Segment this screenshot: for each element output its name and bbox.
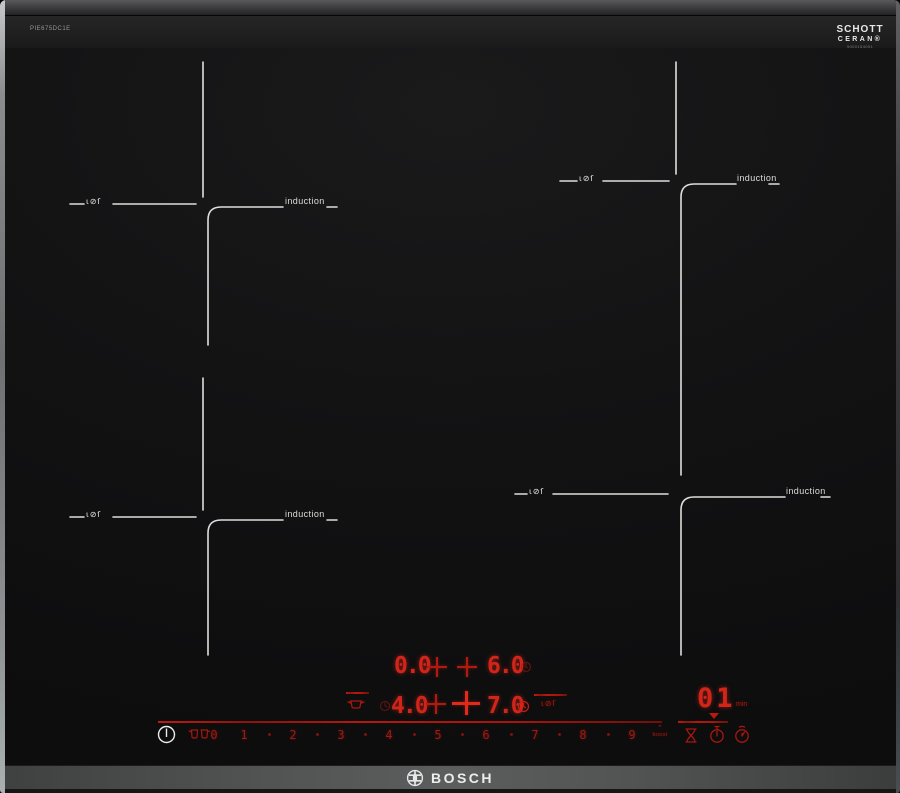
timer-unit: min <box>736 701 748 708</box>
slider-tick <box>268 733 271 736</box>
pan-size-icon: ι⊘ſ <box>579 174 595 183</box>
slider-tick <box>316 733 319 736</box>
zone-select-cross-front-left[interactable] <box>426 694 446 714</box>
slider-tick <box>558 733 561 736</box>
induction-label-back-right: induction <box>737 173 777 183</box>
bosch-logo: BOSCH <box>0 766 900 789</box>
schott-logo-line1: SCHOTT <box>836 24 884 35</box>
timer-indicator-icon <box>379 700 391 712</box>
pan-size-icon: ι⊘ſ <box>529 487 545 496</box>
zone-select-cross-back-right[interactable] <box>457 657 477 677</box>
left-edge-trim <box>0 0 5 793</box>
power-display-back-left: 0.0 <box>394 653 432 679</box>
right-edge-trim <box>896 0 900 793</box>
slider-level-0[interactable]: 0 <box>207 728 221 742</box>
slider-tick <box>607 733 610 736</box>
slider-tick <box>510 733 513 736</box>
flex-zone-line <box>346 692 369 694</box>
timer-marker <box>709 713 719 719</box>
schott-ceran-logo: SCHOTT CERAN® 9000154091 <box>828 25 892 49</box>
induction-label-back-left: induction <box>285 196 325 206</box>
zone-select-cross-back-left[interactable] <box>427 657 447 677</box>
power-slider-line[interactable] <box>158 721 662 723</box>
pan-size-icon: ι⊘ſ <box>86 197 102 206</box>
bosch-logo-text: BOSCH <box>430 769 495 786</box>
induction-label-front-left: induction <box>285 509 325 519</box>
kitchen-timer-button[interactable] <box>733 725 751 744</box>
boost-button[interactable]: ⌃ boost <box>646 725 674 738</box>
slider-level-3[interactable]: 3 <box>334 728 348 742</box>
schott-logo-line2: CERAN® <box>837 36 883 43</box>
slider-level-5[interactable]: 5 <box>431 728 445 742</box>
power-display-front-left: 4.0 <box>391 693 429 719</box>
cooktop-surface: PIE675DC1E SCHOTT CERAN® 9000154091 indu… <box>0 0 900 793</box>
slider-level-4[interactable]: 4 <box>382 728 396 742</box>
slider-level-8[interactable]: 8 <box>576 728 590 742</box>
pan-size-icon: ι⊘ſ <box>541 699 557 708</box>
slider-level-9[interactable]: 9 <box>625 728 639 742</box>
slider-level-2[interactable]: 2 <box>286 728 300 742</box>
slider-tick <box>364 733 367 736</box>
bosch-armature-icon <box>406 769 424 786</box>
schott-logo-number: 9000154091 <box>846 44 874 49</box>
slider-tick <box>413 733 416 736</box>
hourglass-timer-button[interactable] <box>684 727 698 744</box>
zone-markings <box>69 61 831 656</box>
bottom-edge <box>0 789 900 793</box>
timer-indicator-icon <box>520 661 532 673</box>
flex-zone-line <box>534 694 567 696</box>
slider-level-1[interactable]: 1 <box>237 728 251 742</box>
frying-pan-icon <box>347 700 365 709</box>
timer-slider-line[interactable] <box>678 721 728 723</box>
zone-select-cross-front-right-active[interactable] <box>452 691 480 715</box>
stopwatch-button[interactable] <box>708 725 726 744</box>
boost-label: boost <box>652 732 668 738</box>
slider-level-7[interactable]: 7 <box>528 728 542 742</box>
timer-display: 01 <box>697 683 736 714</box>
timer-indicator-icon <box>517 700 530 713</box>
induction-label-front-right: induction <box>786 486 826 496</box>
power-display-back-right: 6.0 <box>487 653 525 679</box>
model-number: PIE675DC1E <box>30 26 71 32</box>
pan-size-icon: ι⊘ſ <box>86 510 102 519</box>
slider-tick <box>461 733 464 736</box>
power-button[interactable] <box>156 724 177 745</box>
slider-level-6[interactable]: 6 <box>479 728 493 742</box>
